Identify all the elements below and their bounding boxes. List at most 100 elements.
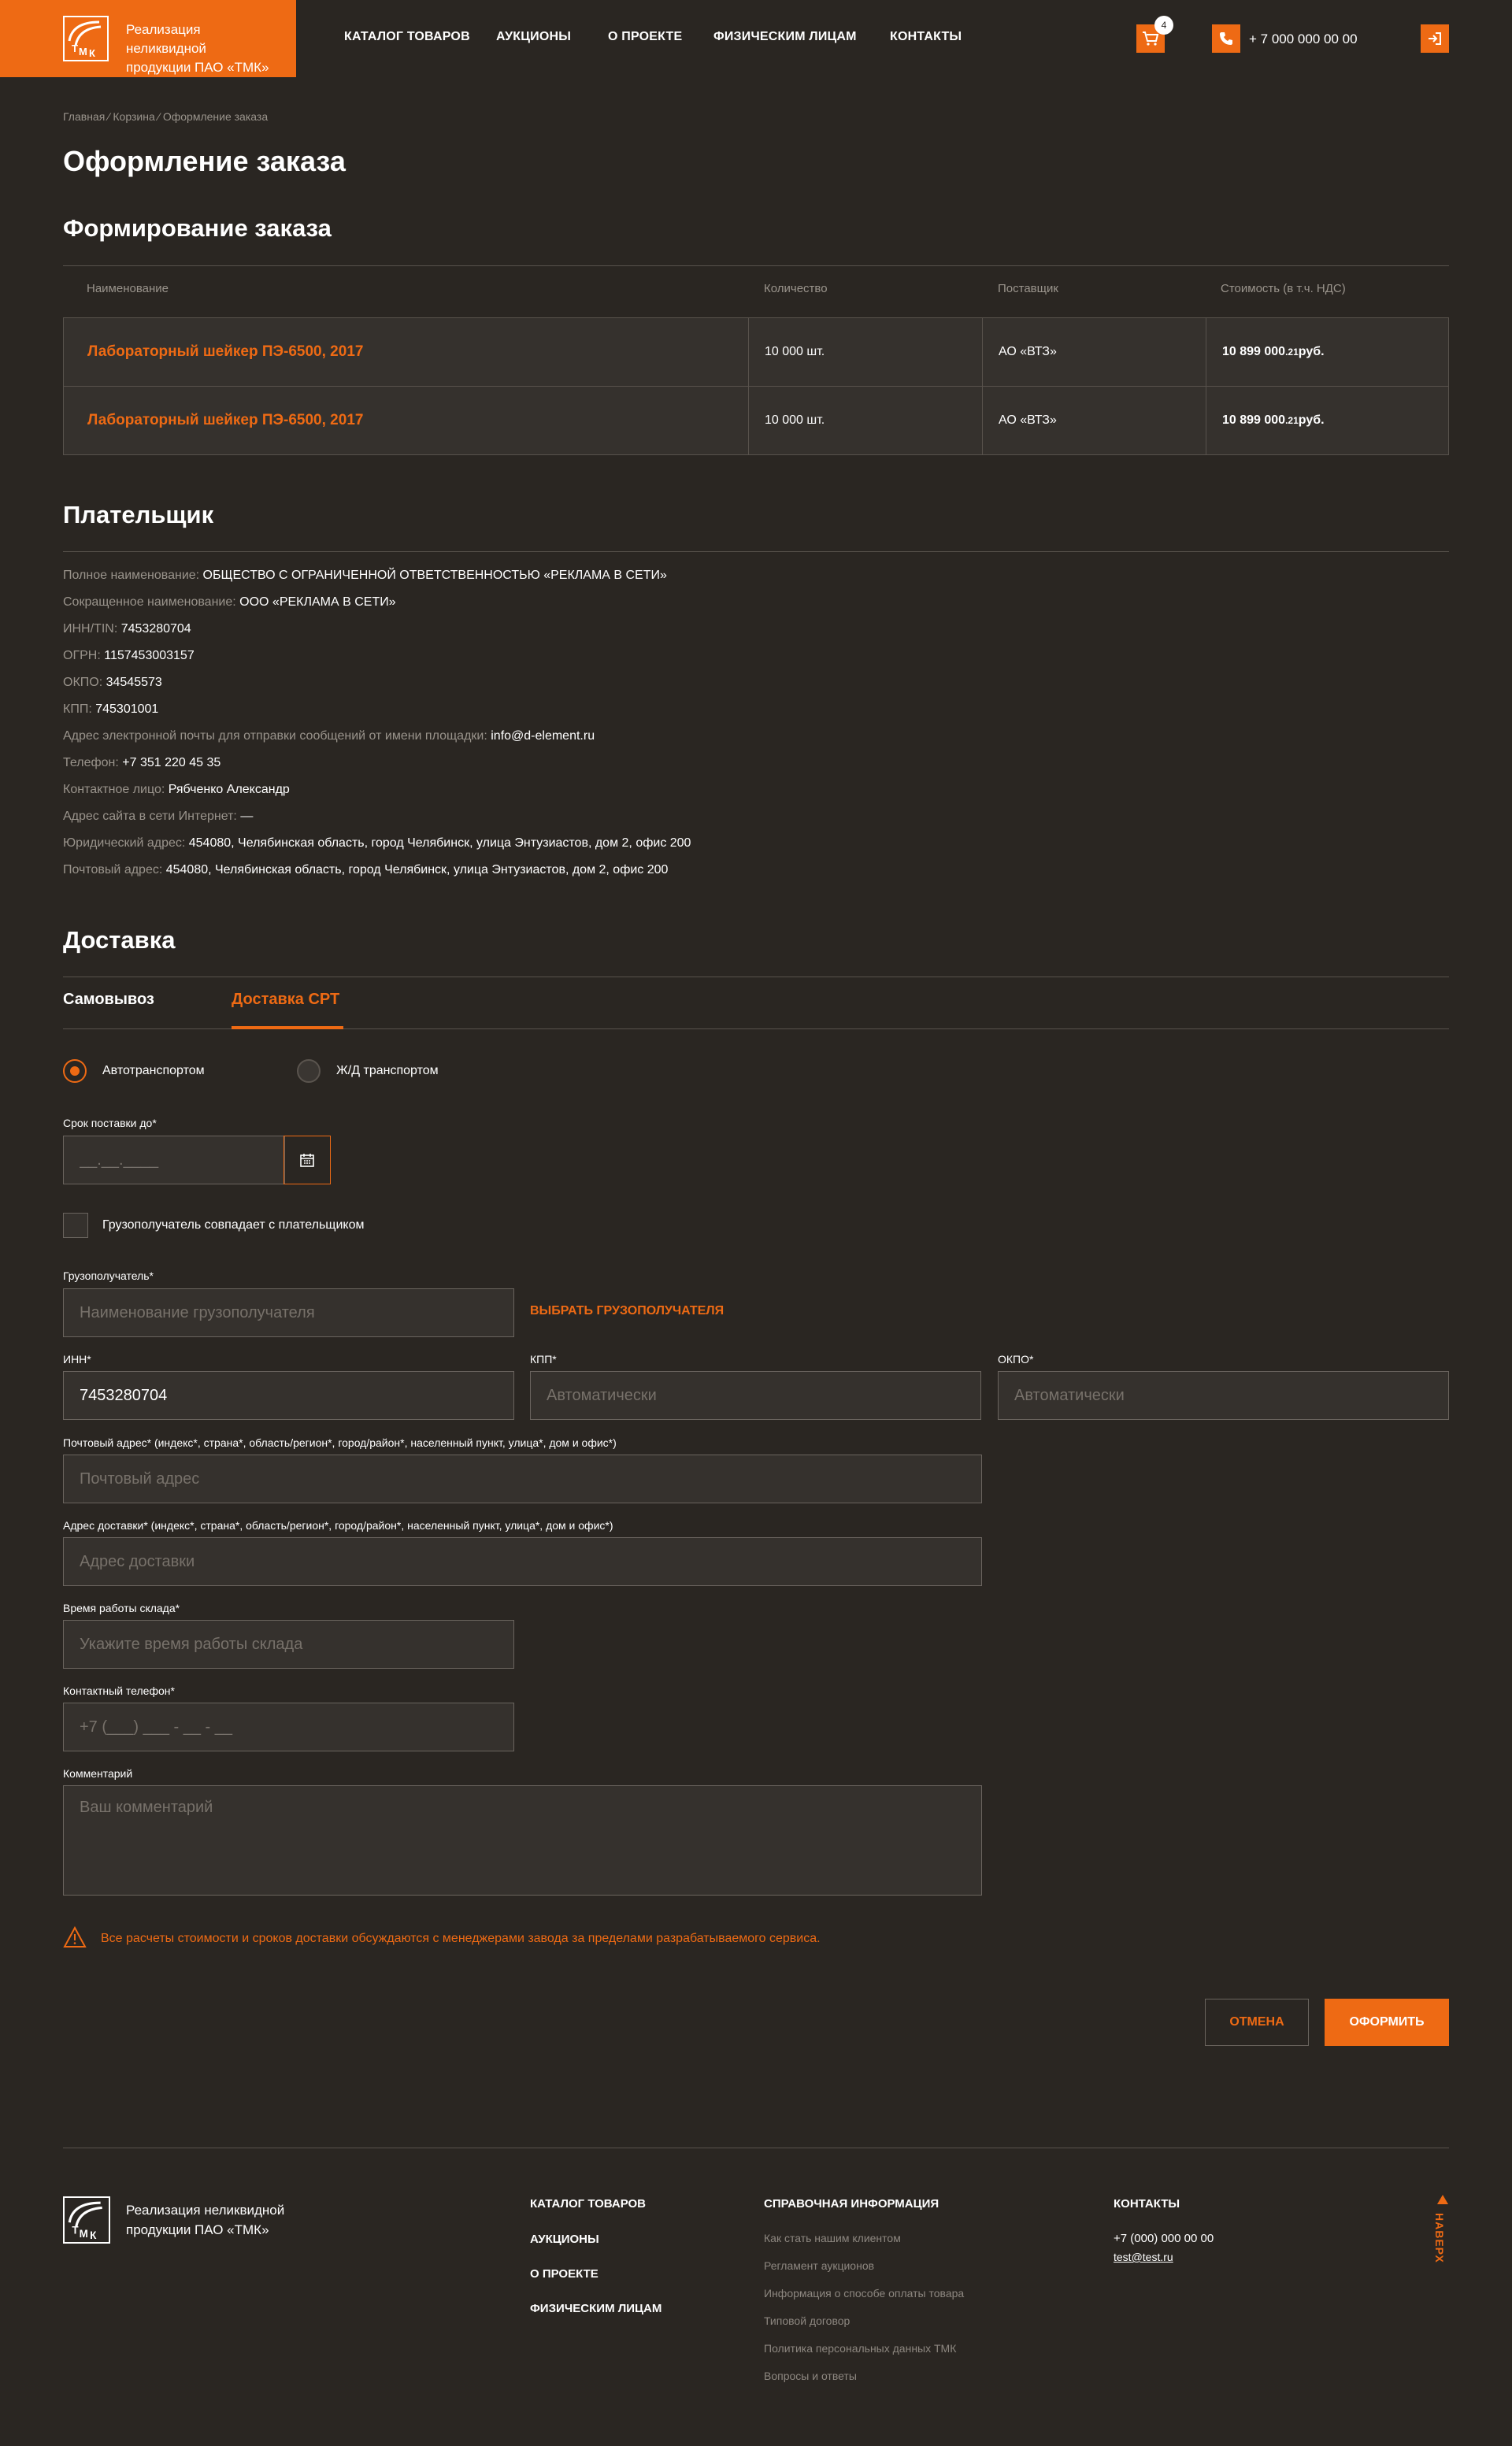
payer-field: Адрес сайта в сети Интернет: — bbox=[63, 810, 253, 824]
nav-contacts[interactable]: КОНТАКТЫ bbox=[890, 30, 962, 44]
kpp-input[interactable] bbox=[530, 1371, 981, 1420]
phone-icon bbox=[1220, 32, 1232, 45]
payer-field: Юридический адрес: 454080, Челябинская о… bbox=[63, 836, 691, 851]
same-as-payer-checkbox[interactable] bbox=[63, 1213, 88, 1238]
kpp-label: КПП* bbox=[530, 1353, 557, 1366]
nav-auctions[interactable]: АУКЦИОНЫ bbox=[496, 30, 571, 44]
footer-phone[interactable]: +7 (000) 000 00 00 bbox=[1114, 2232, 1214, 2245]
payer-field-label: Телефон: bbox=[63, 756, 123, 769]
header-logo-block[interactable]: Т М К Реализация неликвидной продукции П… bbox=[0, 0, 296, 77]
login-icon bbox=[1429, 32, 1441, 45]
phone-button[interactable] bbox=[1212, 24, 1240, 53]
delivery-address-input[interactable] bbox=[63, 1537, 982, 1586]
payer-field-value: 7453280704 bbox=[120, 622, 191, 636]
nav-individuals[interactable]: ФИЗИЧЕСКИМ ЛИЦАМ bbox=[713, 30, 857, 44]
header-phone[interactable]: + 7 000 000 00 00 bbox=[1249, 32, 1358, 47]
footer-nav-individuals[interactable]: ФИЗИЧЕСКИМ ЛИЦАМ bbox=[530, 2302, 662, 2315]
product-link[interactable]: Лабораторный шейкер ПЭ-6500, 2017 bbox=[87, 387, 363, 454]
delivery-section-title: Доставка bbox=[63, 926, 176, 954]
back-to-top-button[interactable]: НАВЕРХ bbox=[1433, 2194, 1452, 2263]
okpo-label: ОКПО* bbox=[998, 1353, 1034, 1366]
radio-auto-label[interactable]: Автотранспортом bbox=[102, 1064, 205, 1078]
payer-field-label: ИНН/TIN: bbox=[63, 622, 121, 636]
breadcrumb[interactable]: Главная ⁄ Корзина ⁄ Оформление заказа bbox=[63, 110, 268, 123]
footer-nav-about[interactable]: О ПРОЕКТЕ bbox=[530, 2267, 598, 2281]
svg-text:Т: Т bbox=[72, 2225, 79, 2237]
product-link[interactable]: Лабораторный шейкер ПЭ-6500, 2017 bbox=[87, 318, 363, 386]
payer-field-value: 454080, Челябинская область, город Челяб… bbox=[188, 836, 691, 850]
footer-info-link[interactable]: Регламент аукционов bbox=[764, 2259, 874, 2272]
payer-field: ИНН/TIN: 7453280704 bbox=[63, 622, 191, 636]
product-price: 10 899 000.21 руб. bbox=[1222, 318, 1325, 386]
calendar-icon bbox=[300, 1154, 314, 1167]
warehouse-hours-input[interactable] bbox=[63, 1620, 514, 1669]
calendar-button[interactable] bbox=[284, 1136, 331, 1184]
contact-phone-input[interactable] bbox=[63, 1703, 514, 1751]
price-main: 10 899 000 bbox=[1222, 345, 1286, 358]
order-section-title: Формирование заказа bbox=[63, 214, 332, 242]
same-as-payer-label[interactable]: Грузополучатель совпадает с плательщиком bbox=[102, 1218, 364, 1232]
footer-logo-text: Реализация неликвидной продукции ПАО «ТМ… bbox=[126, 2200, 284, 2240]
footer-tmk-logo-icon[interactable]: Т М К bbox=[63, 2196, 110, 2244]
payer-field-value: +7 351 220 45 35 bbox=[122, 756, 221, 769]
nav-catalog[interactable]: КАТАЛОГ ТОВАРОВ bbox=[344, 30, 470, 44]
payer-field: Почтовый адрес: 454080, Челябинская обла… bbox=[63, 863, 668, 877]
price-cents: .21 bbox=[1285, 347, 1299, 358]
footer-info-link[interactable]: Как стать нашим клиентом bbox=[764, 2232, 901, 2244]
consignee-input[interactable] bbox=[63, 1288, 514, 1337]
login-button[interactable] bbox=[1421, 24, 1449, 53]
cell-divider bbox=[748, 387, 749, 454]
back-to-top-label[interactable]: НАВЕРХ bbox=[1433, 2213, 1446, 2263]
product-qty: 10 000 шт. bbox=[765, 413, 825, 427]
payer-field-value: Рябченко Александр bbox=[168, 783, 290, 796]
deadline-input[interactable] bbox=[63, 1136, 285, 1184]
consignee-label: Грузополучатель* bbox=[63, 1269, 154, 1282]
footer-contacts-title: КОНТАКТЫ bbox=[1114, 2197, 1180, 2211]
choose-consignee-link[interactable]: ВЫБРАТЬ ГРУЗОПОЛУЧАТЕЛЯ bbox=[530, 1304, 724, 1318]
radio-rail[interactable] bbox=[297, 1059, 321, 1083]
footer-email[interactable]: test@test.ru bbox=[1114, 2251, 1173, 2263]
logo-text: Реализация неликвидной продукции ПАО «ТМ… bbox=[126, 20, 284, 77]
radio-auto[interactable] bbox=[63, 1059, 87, 1083]
nav-about[interactable]: О ПРОЕКТЕ bbox=[608, 30, 682, 44]
tab-pickup[interactable]: Самовывоз bbox=[63, 991, 154, 1009]
payer-field: ОКПО: 34545573 bbox=[63, 676, 162, 690]
okpo-input[interactable] bbox=[998, 1371, 1449, 1420]
payer-field: Телефон: +7 351 220 45 35 bbox=[63, 756, 220, 770]
payer-field-label: Контактное лицо: bbox=[63, 783, 169, 796]
footer-nav-catalog[interactable]: КАТАЛОГ ТОВАРОВ bbox=[530, 2197, 646, 2211]
payer-field-label: Адрес электронной почты для отправки соо… bbox=[63, 729, 491, 743]
inn-input[interactable] bbox=[63, 1371, 514, 1420]
payer-field: Адрес электронной почты для отправки соо… bbox=[63, 729, 595, 743]
product-price: 10 899 000.21 руб. bbox=[1222, 387, 1325, 454]
footer-info-link[interactable]: Типовой договор bbox=[764, 2314, 850, 2327]
payer-field-value: 454080, Челябинская область, город Челяб… bbox=[165, 863, 669, 876]
col-header-qty: Количество bbox=[764, 282, 828, 295]
divider bbox=[63, 551, 1449, 552]
payer-field-label: ОГРН: bbox=[63, 649, 105, 662]
payer-section-title: Плательщик bbox=[63, 501, 214, 528]
payer-field-label: Сокращенное наименование: bbox=[63, 595, 240, 609]
comment-textarea[interactable] bbox=[63, 1785, 982, 1896]
footer-info-link[interactable]: Вопросы и ответы bbox=[764, 2370, 857, 2382]
deadline-label: Срок поставки до* bbox=[63, 1117, 157, 1129]
radio-rail-label[interactable]: Ж/Д транспортом bbox=[336, 1064, 439, 1078]
payer-field-value: 34545573 bbox=[106, 676, 162, 689]
delivery-address-label: Адрес доставки* (индекс*, страна*, облас… bbox=[63, 1519, 613, 1532]
payer-field-value: info@d-element.ru bbox=[491, 729, 595, 743]
tab-delivery-cpt[interactable]: Доставка СРТ bbox=[232, 991, 339, 1009]
payer-field-value: 745301001 bbox=[95, 702, 159, 716]
col-header-supplier: Поставщик bbox=[998, 282, 1058, 295]
footer-info-link[interactable]: Информация о способе оплаты товара bbox=[764, 2287, 964, 2300]
postal-address-input[interactable] bbox=[63, 1455, 982, 1503]
cancel-button[interactable]: ОТМЕНА bbox=[1205, 1999, 1309, 2046]
footer-info-link[interactable]: Политика персональных данных ТМК bbox=[764, 2342, 956, 2355]
arrow-up-icon bbox=[1437, 2195, 1448, 2204]
payer-field-label: КПП: bbox=[63, 702, 96, 716]
cart-count-badge: 4 bbox=[1154, 16, 1173, 35]
payer-field: Контактное лицо: Рябченко Александр bbox=[63, 783, 290, 797]
submit-order-button[interactable]: ОФОРМИТЬ bbox=[1325, 1999, 1449, 2046]
footer-nav-auctions[interactable]: АУКЦИОНЫ bbox=[530, 2233, 599, 2246]
payer-field-label: Адрес сайта в сети Интернет: bbox=[63, 810, 241, 823]
warehouse-hours-label: Время работы склада* bbox=[63, 1602, 180, 1614]
